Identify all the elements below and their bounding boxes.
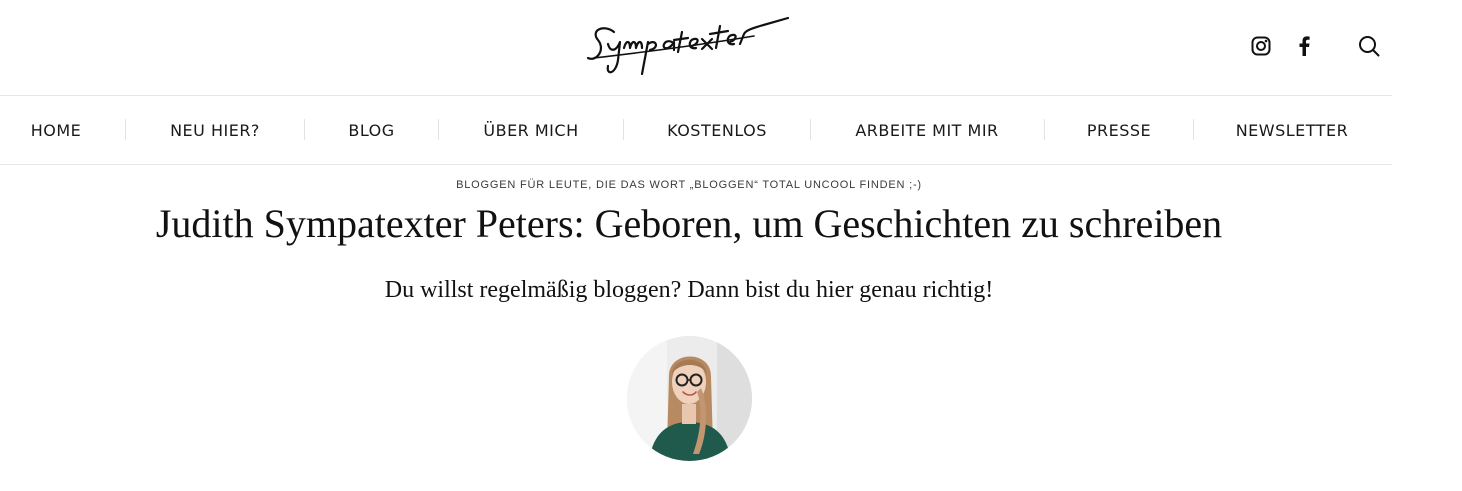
nav-item-arbeite-mit-mir[interactable]: ARBEITE MIT MIR (822, 96, 1032, 164)
site-header (0, 0, 1392, 96)
logo-signature-icon (586, 16, 790, 76)
instagram-icon[interactable] (1249, 34, 1273, 58)
nav-item-blog[interactable]: BLOG (320, 96, 423, 164)
nav-item-home[interactable]: HOME (0, 96, 112, 164)
nav-divider (1193, 119, 1194, 140)
search-icon[interactable] (1357, 34, 1381, 58)
nav-divider (125, 119, 126, 140)
site-logo[interactable] (584, 12, 794, 84)
site-tagline: BLOGGEN FÜR LEUTE, DIE DAS WORT „BLOGGEN… (456, 179, 922, 191)
nav-divider (304, 119, 305, 140)
nav-item-presse[interactable]: PRESSE (1058, 96, 1180, 164)
nav-item-neu-hier[interactable]: NEU HIER? (140, 96, 290, 164)
nav-divider (1044, 119, 1045, 140)
nav-divider (810, 119, 811, 140)
nav-divider (623, 119, 624, 140)
main-navigation: HOME NEU HIER? BLOG ÜBER MICH KOSTENLOS … (0, 96, 1392, 165)
nav-item-ueber-mich[interactable]: ÜBER MICH (450, 96, 612, 164)
nav-item-kostenlos[interactable]: KOSTENLOS (636, 96, 798, 164)
nav-item-newsletter[interactable]: NEWSLETTER (1206, 96, 1378, 164)
page-title: Judith Sympatexter Peters: Geboren, um G… (155, 201, 1223, 246)
page-subtitle: Du willst regelmäßig bloggen? Dann bist … (384, 277, 994, 303)
page: HOME NEU HIER? BLOG ÜBER MICH KOSTENLOS … (0, 0, 1462, 491)
facebook-icon[interactable] (1292, 34, 1316, 58)
author-avatar (627, 336, 752, 461)
nav-divider (438, 119, 439, 140)
portrait-photo-icon (627, 336, 752, 461)
